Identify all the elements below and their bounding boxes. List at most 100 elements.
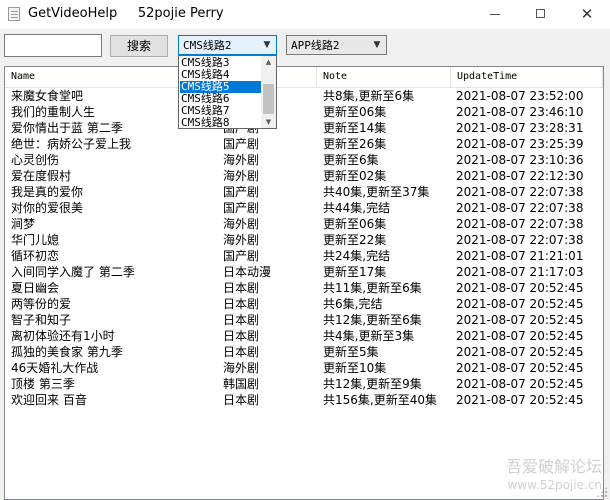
video-list[interactable]: Name Type Note UpdateTime 来魔女食堂吧共8集,更新至6… bbox=[4, 66, 604, 500]
cell-note: 更新至06集 bbox=[323, 217, 387, 231]
scroll-thumb[interactable] bbox=[263, 84, 274, 114]
search-input[interactable] bbox=[4, 34, 102, 57]
cell-updatetime: 2021-08-07 20:52:45 bbox=[456, 345, 584, 359]
cell-name: 绝世：病娇公子爱上我 bbox=[11, 137, 132, 151]
cell-updatetime: 2021-08-07 21:17:03 bbox=[456, 265, 584, 279]
cell-updatetime: 2021-08-07 23:52:00 bbox=[456, 89, 584, 103]
scroll-down-icon[interactable]: ▼ bbox=[261, 116, 276, 128]
cell-type: 国产剧 bbox=[223, 185, 260, 199]
cell-updatetime: 2021-08-07 22:07:38 bbox=[456, 217, 584, 231]
table-row[interactable]: 智子和知子 日本剧 共12集,更新至6集 2021-08-07 20:52:45 bbox=[5, 312, 603, 328]
cell-type: 海外剧 bbox=[223, 217, 260, 231]
cell-updatetime: 2021-08-07 22:07:38 bbox=[456, 185, 584, 199]
table-row[interactable]: 对你的爱很美 国产剧 共44集,完结 2021-08-07 22:07:38 bbox=[5, 200, 603, 216]
maximize-icon bbox=[536, 9, 545, 18]
cell-name: 入间同学入魔了 第二季 bbox=[11, 265, 135, 279]
table-row[interactable]: 两等份的爱 日本剧 共6集,完结 2021-08-07 20:52:45 bbox=[5, 296, 603, 312]
cell-note: 更新至17集 bbox=[323, 265, 387, 279]
table-row[interactable]: 我们的重制人生 更新至06集 2021-08-07 23:46:10 bbox=[5, 104, 603, 120]
cell-name: 华门儿媳 bbox=[11, 233, 60, 247]
table-row[interactable]: 来魔女食堂吧 共8集,更新至6集 2021-08-07 23:52:00 bbox=[5, 88, 603, 104]
cell-type: 日本剧 bbox=[223, 313, 260, 327]
cell-note: 共11集,更新至6集 bbox=[323, 281, 422, 295]
cell-type: 韩国剧 bbox=[223, 377, 260, 391]
cell-name: 循环初恋 bbox=[11, 249, 60, 263]
cell-note: 更新至5集 bbox=[323, 345, 379, 359]
table-row[interactable]: 绝世：病娇公子爱上我 国产剧 更新至26集 2021-08-07 23:25:39 bbox=[5, 136, 603, 152]
cell-updatetime: 2021-08-07 20:52:45 bbox=[456, 313, 584, 327]
cell-note: 更新至02集 bbox=[323, 169, 387, 183]
cell-note: 共24集,完结 bbox=[323, 249, 391, 263]
table-row[interactable]: 爱在度假村 海外剧 更新至02集 2021-08-07 22:12:30 bbox=[5, 168, 603, 184]
cell-name: 两等份的爱 bbox=[11, 297, 72, 311]
minimize-icon bbox=[490, 14, 500, 15]
cell-name: 涧梦 bbox=[11, 217, 36, 231]
table-row[interactable]: 心灵创伤 海外剧 更新至6集 2021-08-07 23:10:36 bbox=[5, 152, 603, 168]
table-row[interactable]: 入间同学入魔了 第二季 日本动漫 更新至17集 2021-08-07 21:17:03 bbox=[5, 264, 603, 280]
table-row[interactable]: 涧梦 海外剧 更新至06集 2021-08-07 22:07:38 bbox=[5, 216, 603, 232]
cell-note: 更新至14集 bbox=[323, 121, 387, 135]
cell-name: 孤独的美食家 第九季 bbox=[11, 345, 123, 359]
cell-note: 更新至10集 bbox=[323, 361, 387, 375]
column-header-updatetime[interactable]: UpdateTime bbox=[451, 67, 603, 87]
cell-note: 共12集,更新至6集 bbox=[323, 313, 422, 327]
cell-updatetime: 2021-08-07 20:52:45 bbox=[456, 297, 584, 311]
cell-name: 对你的爱很美 bbox=[11, 201, 84, 215]
table-row[interactable]: 离初体验还有1小时 日本剧 共4集,更新至3集 2021-08-07 20:52:45 bbox=[5, 328, 603, 344]
cell-name: 我是真的爱你 bbox=[11, 185, 84, 199]
cell-updatetime: 2021-08-07 20:52:45 bbox=[456, 361, 584, 375]
cell-name: 欢迎回来 百音 bbox=[11, 393, 87, 407]
table-row[interactable]: 我是真的爱你 国产剧 共40集,更新至37集 2021-08-07 22:07:38 bbox=[5, 184, 603, 200]
cell-updatetime: 2021-08-07 22:07:38 bbox=[456, 233, 584, 247]
app-route-selected: APP线路2 bbox=[291, 39, 340, 52]
table-row[interactable]: 46天婚礼大作战 海外剧 更新至10集 2021-08-07 20:52:45 bbox=[5, 360, 603, 376]
table-row[interactable]: 爱你情出于蓝 第二季国产剧更新至14集2021-08-07 23:28:31 bbox=[5, 120, 603, 136]
forum-watermark: 吾爱破解论坛 www.52pojie.cn bbox=[506, 458, 602, 494]
watermark-title: 吾爱破解论坛 bbox=[505, 457, 602, 476]
cms-route-select[interactable]: CMS线路2 ▼ bbox=[178, 35, 277, 55]
column-header-note[interactable]: Note bbox=[317, 67, 451, 87]
cell-name: 离初体验还有1小时 bbox=[11, 329, 115, 343]
cell-type: 国产剧 bbox=[223, 137, 260, 151]
cms-route-selected: CMS线路2 bbox=[183, 39, 232, 52]
scroll-up-icon[interactable]: ▲ bbox=[261, 56, 276, 68]
cms-route-dropdown[interactable]: CMS线路3 CMS线路4 CMS线路5 CMS线路6 CMS线路7 CMS线路8 ▲ ▼ bbox=[178, 55, 277, 129]
table-row[interactable]: 欢迎回来 百音 日本剧 共156集,更新至40集 2021-08-07 20:52:4… bbox=[5, 392, 603, 408]
cell-name: 心灵创伤 bbox=[11, 153, 60, 167]
search-button[interactable]: 搜索 bbox=[110, 35, 168, 57]
table-row[interactable]: 华门儿媳 海外剧 更新至22集 2021-08-07 22:07:38 bbox=[5, 232, 603, 248]
close-button[interactable]: ✕ bbox=[564, 0, 610, 29]
cell-updatetime: 2021-08-07 23:46:10 bbox=[456, 105, 584, 119]
cell-updatetime: 2021-08-07 22:12:30 bbox=[456, 169, 584, 183]
window-title: GetVideoHelp 52pojie Perry bbox=[28, 6, 224, 21]
table-row[interactable]: 顶楼 第三季 韩国剧 共12集,更新至9集 2021-08-07 20:52:45 bbox=[5, 376, 603, 392]
maximize-button[interactable] bbox=[518, 0, 564, 29]
cell-note: 更新至22集 bbox=[323, 233, 387, 247]
cell-type: 海外剧 bbox=[223, 233, 260, 247]
cell-type: 国产剧 bbox=[223, 249, 260, 263]
chevron-down-icon: ▼ bbox=[263, 40, 271, 50]
dropdown-option[interactable]: CMS线路8 bbox=[180, 117, 261, 129]
table-row[interactable]: 夏日幽会 日本剧 共11集,更新至6集 2021-08-07 20:52:45 bbox=[5, 280, 603, 296]
cell-type: 日本剧 bbox=[223, 393, 260, 407]
cell-note: 共6集,完结 bbox=[323, 297, 383, 311]
app-route-select[interactable]: APP线路2 ▼ bbox=[286, 35, 387, 55]
dropdown-scrollbar[interactable]: ▲ ▼ bbox=[261, 56, 276, 128]
list-header: Name Type Note UpdateTime bbox=[5, 67, 603, 88]
table-row[interactable]: 孤独的美食家 第九季 日本剧 更新至5集 2021-08-07 20:52:45 bbox=[5, 344, 603, 360]
close-icon: ✕ bbox=[580, 5, 594, 23]
cell-type: 日本剧 bbox=[223, 297, 260, 311]
cell-updatetime: 2021-08-07 23:10:36 bbox=[456, 153, 584, 167]
cell-type: 日本动漫 bbox=[223, 265, 272, 279]
table-row[interactable]: 循环初恋 国产剧 共24集,完结 2021-08-07 21:21:01 bbox=[5, 248, 603, 264]
cell-note: 共40集,更新至37集 bbox=[323, 185, 430, 199]
cell-type: 海外剧 bbox=[223, 153, 260, 167]
cell-updatetime: 2021-08-07 23:25:39 bbox=[456, 137, 584, 151]
cell-updatetime: 2021-08-07 20:52:45 bbox=[456, 377, 584, 391]
cell-note: 更新至06集 bbox=[323, 105, 387, 119]
cell-name: 夏日幽会 bbox=[11, 281, 60, 295]
cell-type: 海外剧 bbox=[223, 361, 260, 375]
cell-updatetime: 2021-08-07 20:52:45 bbox=[456, 393, 584, 407]
client-area: 搜索 CMS线路2 ▼ APP线路2 ▼ Name Type Note Upda… bbox=[0, 29, 610, 500]
minimize-button[interactable] bbox=[472, 0, 518, 29]
